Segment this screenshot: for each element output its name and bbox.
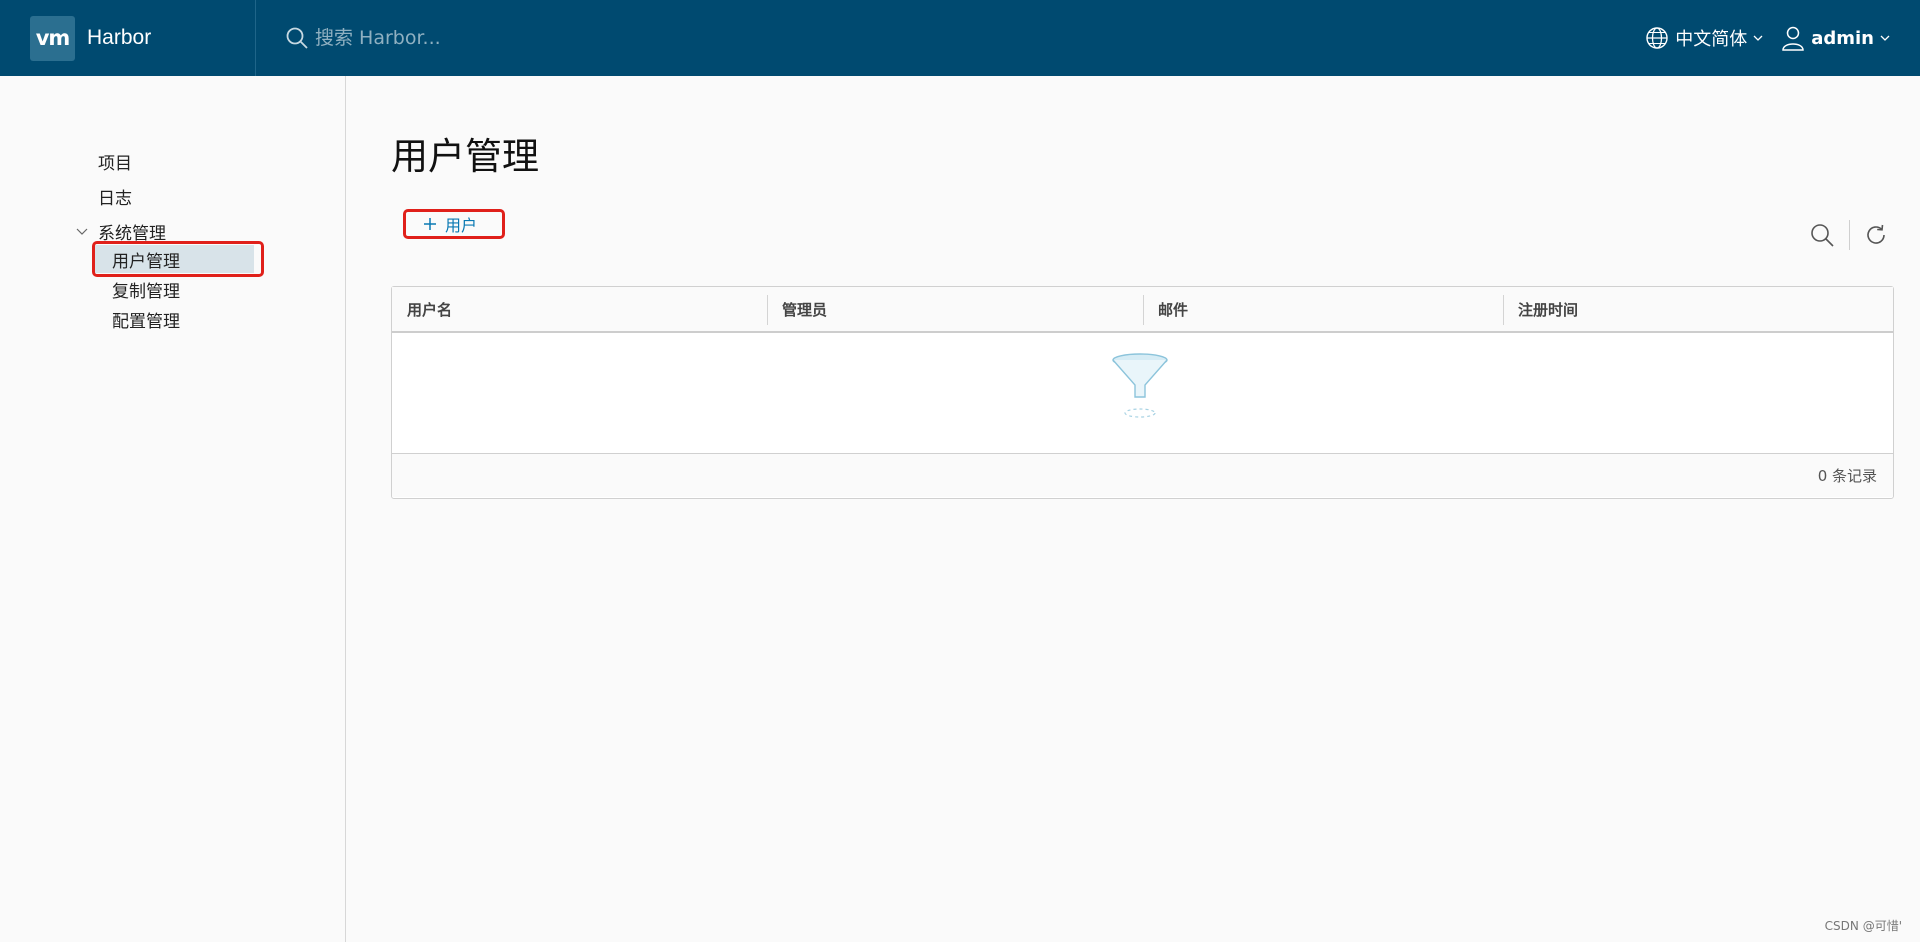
- sidebar-item-logs[interactable]: 日志: [98, 184, 132, 209]
- column-header-admin[interactable]: 管理员: [767, 287, 1143, 331]
- top-navbar: vm Harbor 中文简体 admin: [0, 0, 1920, 76]
- language-label: 中文简体: [1675, 29, 1748, 50]
- add-user-button[interactable]: 用户: [407, 210, 477, 238]
- refresh-icon[interactable]: [1864, 223, 1888, 247]
- annotation-highlight: [92, 241, 264, 277]
- sidebar-item-replication[interactable]: 复制管理: [112, 275, 180, 303]
- search-icon: [286, 27, 308, 49]
- plus-icon: [424, 218, 436, 230]
- add-user-label: 用户: [445, 216, 478, 235]
- empty-filter-icon: [1112, 353, 1168, 418]
- user-name: admin: [1811, 27, 1874, 49]
- user-dropdown[interactable]: admin: [1781, 25, 1890, 51]
- column-header-username[interactable]: 用户名: [392, 287, 767, 331]
- sidebar-item-projects[interactable]: 项目: [98, 149, 132, 174]
- search-icon[interactable]: [1809, 222, 1835, 248]
- record-count: 0 条记录: [1817, 467, 1877, 485]
- chevron-down-icon[interactable]: [76, 226, 88, 238]
- chevron-down-icon: [1753, 35, 1763, 41]
- column-header-registered-time[interactable]: 注册时间: [1503, 287, 1893, 331]
- vmware-logo: vm: [30, 15, 75, 61]
- sidebar-item-configuration[interactable]: 配置管理: [112, 305, 180, 333]
- users-table: 用户名 管理员 邮件 注册时间 0 条记录: [391, 286, 1894, 499]
- column-header-email[interactable]: 邮件: [1143, 287, 1503, 331]
- chevron-down-icon: [1880, 35, 1890, 41]
- globe-icon: [1646, 27, 1668, 49]
- sidebar: 项目 日志 系统管理 用户管理 复制管理 配置管理: [0, 76, 346, 942]
- table-toolbar: [1809, 220, 1888, 250]
- table-footer: 0 条记录: [392, 453, 1893, 497]
- global-search[interactable]: [285, 0, 615, 76]
- toolbar-divider: [1849, 220, 1850, 250]
- table-header: 用户名 管理员 邮件 注册时间: [392, 287, 1893, 333]
- watermark: CSDN @可惜': [1824, 919, 1902, 933]
- page-title: 用户管理: [391, 135, 539, 178]
- table-body: [392, 333, 1893, 453]
- brand-name: Harbor: [87, 26, 152, 49]
- user-icon: [1782, 26, 1804, 51]
- brand[interactable]: vm Harbor: [0, 0, 256, 76]
- search-input[interactable]: [315, 27, 615, 49]
- language-dropdown[interactable]: 中文简体: [1645, 25, 1763, 51]
